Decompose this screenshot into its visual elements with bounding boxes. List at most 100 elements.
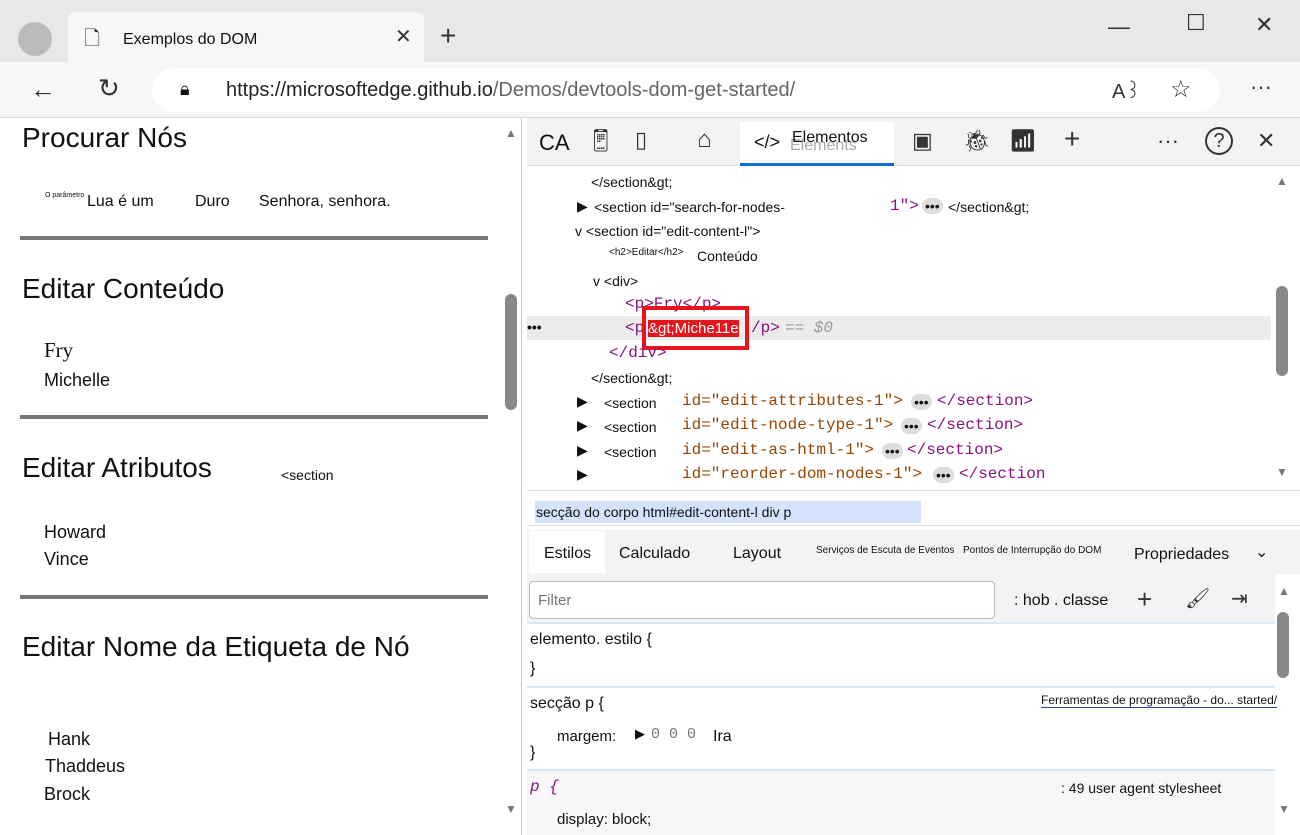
- dom-tag: <section: [604, 419, 657, 435]
- dock-icon[interactable]: ▯: [635, 127, 647, 153]
- close-icon[interactable]: ✕: [395, 24, 412, 49]
- browser-tab[interactable]: 🗋 Exemplos do DOM ✕: [68, 12, 424, 62]
- styles-scrollbar[interactable]: [1277, 612, 1289, 678]
- scroll-up-icon[interactable]: ▲: [1278, 584, 1290, 598]
- close-devtools-icon[interactable]: ✕: [1257, 128, 1275, 154]
- dom-line: </section&gt;: [948, 199, 1030, 215]
- sidebar-toggle-icon[interactable]: ⇥: [1231, 586, 1248, 611]
- list-item: Vince: [44, 549, 89, 569]
- minimize-icon[interactable]: —: [1108, 14, 1130, 40]
- favorite-icon[interactable]: ☆: [1170, 75, 1192, 104]
- address-row: ← ↻ 🔒︎ https://microsoftedge.github.io/D…: [0, 62, 1300, 118]
- style-property[interactable]: margem:: [557, 728, 616, 745]
- console-icon[interactable]: ▣: [912, 128, 933, 154]
- help-icon[interactable]: ?: [1205, 127, 1233, 155]
- wifi-icon[interactable]: 📶︎: [1009, 128, 1037, 154]
- dom-line: /p>: [751, 319, 780, 337]
- hov-cls-toggle[interactable]: : hob . classe: [1014, 592, 1108, 610]
- dom-close: </section>: [937, 392, 1034, 410]
- style-value[interactable]: 0 0 0: [651, 726, 696, 743]
- heading-edit-content: Editar Conteúdo: [22, 273, 225, 304]
- tab-elements[interactable]: </> Elements Elementos: [740, 122, 894, 166]
- new-tab-icon[interactable]: +: [440, 20, 456, 52]
- dom-line[interactable]: </section&gt;: [591, 370, 672, 386]
- scroll-down-icon[interactable]: ▼: [505, 802, 517, 816]
- url[interactable]: https://microsoftedge.github.io/Demos/de…: [226, 79, 795, 102]
- tab-properties[interactable]: Propriedades: [1134, 546, 1229, 564]
- refresh-icon[interactable]: ↻: [98, 73, 120, 104]
- lock-icon[interactable]: 🔒︎: [180, 79, 190, 100]
- dom-line[interactable]: v <section id="edit-content-l">: [575, 223, 760, 239]
- ellipsis-icon[interactable]: •••: [882, 443, 903, 459]
- ellipsis-icon[interactable]: •••: [901, 418, 922, 434]
- style-rule-selector[interactable]: elemento. estilo {: [530, 631, 652, 649]
- divider: [20, 415, 488, 419]
- back-icon[interactable]: ←: [30, 74, 56, 105]
- tab-styles-label[interactable]: Estilos: [544, 545, 591, 563]
- scroll-up-icon[interactable]: ▲: [1276, 174, 1288, 188]
- read-aloud-icon[interactable]: A꒱: [1112, 77, 1141, 104]
- dom-line[interactable]: <section id="search-for-nodes-: [594, 199, 785, 215]
- scroll-down-icon[interactable]: ▼: [1276, 465, 1288, 479]
- expand-icon[interactable]: ▶: [577, 198, 588, 215]
- address-bar[interactable]: 🔒︎ https://microsoftedge.github.io/Demos…: [152, 68, 1220, 112]
- dom-close: </section: [959, 465, 1046, 483]
- expand-icon[interactable]: ▶: [577, 393, 588, 410]
- home-icon[interactable]: ⌂: [697, 126, 712, 154]
- dom-line[interactable]: <h2>Editar</h2>: [609, 247, 684, 258]
- maximize-icon[interactable]: ☐: [1186, 10, 1206, 36]
- ellipsis-icon[interactable]: •••: [911, 394, 932, 410]
- dom-line[interactable]: v <div>: [593, 273, 638, 289]
- scroll-down-icon[interactable]: ▼: [1278, 802, 1290, 816]
- bug-icon[interactable]: 🐞︎: [963, 128, 991, 154]
- expand-icon[interactable]: ▶: [577, 417, 588, 434]
- divider: [20, 595, 488, 599]
- dom-scrollbar[interactable]: [1276, 286, 1288, 376]
- divider: [527, 686, 1275, 688]
- style-rule-close: }: [530, 744, 536, 761]
- page-icon: 🗋: [84, 28, 101, 50]
- breadcrumb-text[interactable]: secção do corpo html#edit-content-l div …: [536, 504, 791, 520]
- ellipsis-icon[interactable]: •••: [933, 467, 954, 483]
- filter-input[interactable]: [529, 581, 995, 619]
- style-rule-selector[interactable]: secção p {: [530, 695, 604, 713]
- chevron-down-icon[interactable]: ⌄: [1255, 542, 1268, 562]
- devtools-toolbar: CA 📱︎ ▯ ⌂ </> Elements Elementos ▣ 🐞︎ 📶︎…: [527, 118, 1300, 166]
- dom-attr: 1">: [890, 197, 919, 215]
- style-property: display: block;: [557, 811, 652, 828]
- page-scrollbar[interactable]: [505, 294, 517, 410]
- inspect-tool[interactable]: CA: [539, 130, 570, 156]
- new-rule-icon[interactable]: +: [1137, 584, 1152, 615]
- add-tool-icon[interactable]: +: [1064, 123, 1080, 155]
- more-icon[interactable]: ···: [1250, 74, 1272, 100]
- heading-edit-node-name: Editar Nome da Etiqueta de Nó: [22, 631, 410, 662]
- expand-icon[interactable]: ▶: [577, 466, 588, 483]
- expand-icon[interactable]: ▶: [635, 726, 645, 742]
- scroll-up-icon[interactable]: ▲: [505, 126, 517, 140]
- avatar[interactable]: [18, 22, 52, 56]
- device-emulation-icon[interactable]: 📱︎: [587, 128, 615, 154]
- paint-brush-icon[interactable]: 🖌︎: [1185, 586, 1210, 611]
- list-item: Michelle: [44, 370, 111, 390]
- dom-close: </section>: [927, 416, 1024, 434]
- edited-text[interactable]: &gt;Miche11e: [648, 320, 739, 337]
- expand-icon[interactable]: ▶: [577, 442, 588, 459]
- dom-line[interactable]: </section&gt;: [591, 174, 672, 190]
- style-rule-close: }: [530, 660, 536, 677]
- tab-dom-breakpoints[interactable]: Pontos de Interrupção do DOM: [963, 545, 1101, 556]
- tab-computed[interactable]: Calculado: [619, 545, 690, 563]
- tab-layout[interactable]: Layout: [733, 545, 781, 563]
- devtools: CA 📱︎ ▯ ⌂ </> Elements Elementos ▣ 🐞︎ 📶︎…: [527, 118, 1300, 835]
- tab-event-listeners[interactable]: Serviços de Escuta de Eventos: [816, 545, 954, 556]
- ellipsis-icon[interactable]: •••: [922, 198, 943, 214]
- list-item: Brock: [44, 784, 91, 804]
- stylesheet-link[interactable]: Ferramentas de programação - do... start…: [1041, 693, 1278, 708]
- tab-elements-label: Elementos: [792, 129, 868, 146]
- dom-line[interactable]: </div>: [609, 344, 667, 362]
- title-bar: 🗋 Exemplos do DOM ✕ + — ☐ ✕: [0, 0, 1300, 62]
- close-window-icon[interactable]: ✕: [1255, 12, 1273, 38]
- tab-title: Exemplos do DOM: [123, 31, 258, 48]
- more-tools-icon[interactable]: ···: [1157, 128, 1179, 154]
- style-rule-selector[interactable]: p {: [530, 778, 559, 796]
- row-menu-icon[interactable]: •••: [527, 319, 542, 335]
